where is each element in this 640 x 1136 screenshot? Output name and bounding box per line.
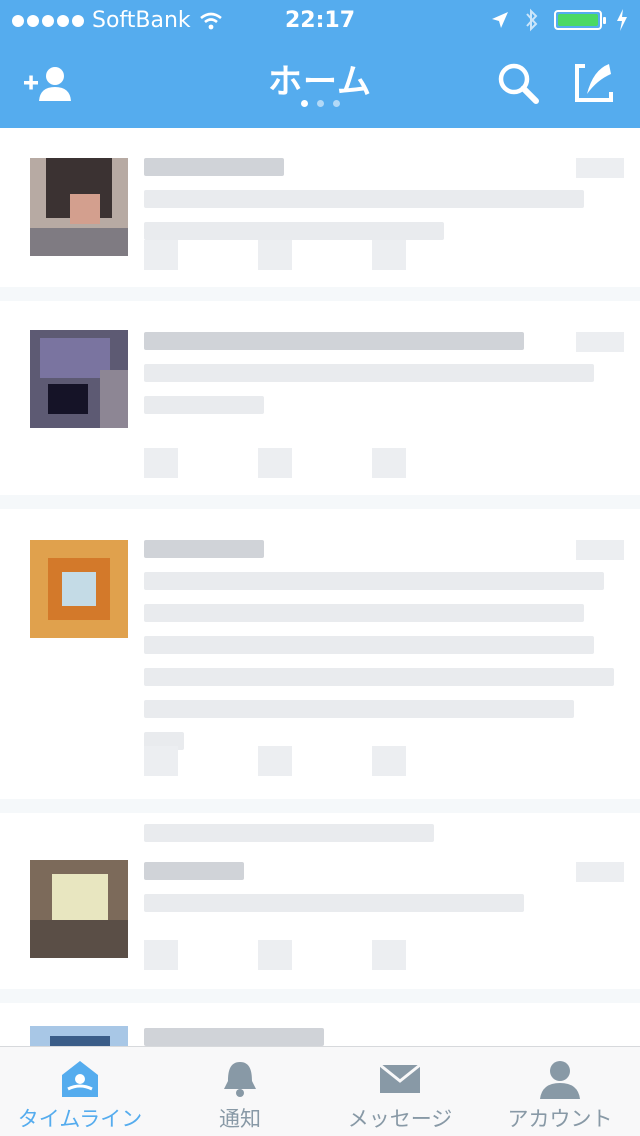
- tab-label: アカウント: [507, 1107, 613, 1131]
- search-button[interactable]: [490, 58, 546, 108]
- tweet-timestamp: [576, 540, 624, 560]
- tweet-actions: [144, 240, 406, 270]
- reply-icon[interactable]: [144, 240, 178, 270]
- person-icon: [540, 1061, 580, 1099]
- tweet-item[interactable]: [0, 128, 640, 301]
- tweet-timestamp: [576, 862, 624, 882]
- tweet-item[interactable]: [0, 510, 640, 813]
- nav-bar: ホーム: [0, 40, 640, 128]
- battery-icon: [554, 10, 606, 30]
- status-right: [490, 8, 628, 32]
- retweet-context: [144, 824, 624, 856]
- tweet-content: [144, 1028, 624, 1046]
- location-arrow-icon: [492, 12, 508, 28]
- tab-label: メッセージ: [347, 1107, 453, 1131]
- navigation-header: SoftBank 22:17 ホーム: [0, 0, 640, 128]
- avatar[interactable]: [30, 540, 128, 638]
- timeline[interactable]: [0, 128, 640, 1046]
- tweet-timestamp: [576, 158, 624, 178]
- tab-bar: タイムライン 通知 メッセージ アカウント: [0, 1046, 640, 1136]
- tab-timeline[interactable]: タイムライン: [0, 1047, 160, 1136]
- page-dot: [316, 100, 324, 107]
- charging-bolt-icon: [617, 9, 627, 31]
- avatar[interactable]: [30, 158, 128, 256]
- page-dot: [332, 100, 340, 107]
- favorite-icon[interactable]: [372, 448, 406, 478]
- tweet-content: [144, 862, 624, 926]
- retweet-icon[interactable]: [258, 240, 292, 270]
- tab-messages[interactable]: メッセージ: [320, 1047, 480, 1136]
- tweet-actions: [144, 746, 406, 776]
- favorite-icon[interactable]: [372, 940, 406, 970]
- tweet-item[interactable]: [0, 814, 640, 1003]
- tab-notifications[interactable]: 通知: [160, 1047, 320, 1136]
- envelope-icon: [379, 1063, 421, 1093]
- tab-account[interactable]: アカウント: [480, 1047, 640, 1136]
- tweet-item[interactable]: [0, 1004, 640, 1046]
- tweet-actions: [144, 448, 406, 478]
- tweet-actions: [144, 940, 406, 970]
- compose-button[interactable]: [566, 58, 622, 108]
- avatar[interactable]: [30, 860, 128, 958]
- bluetooth-icon: [526, 8, 538, 32]
- avatar[interactable]: [30, 330, 128, 428]
- status-bar: SoftBank 22:17: [0, 0, 640, 40]
- reply-icon[interactable]: [144, 746, 178, 776]
- home-icon: [62, 1061, 98, 1097]
- tab-label: 通知: [219, 1107, 261, 1131]
- reply-icon[interactable]: [144, 448, 178, 478]
- tab-label: タイムライン: [17, 1107, 143, 1131]
- search-icon: [498, 63, 539, 104]
- retweet-icon[interactable]: [258, 940, 292, 970]
- favorite-icon[interactable]: [372, 240, 406, 270]
- tweet-content: [144, 332, 624, 428]
- avatar[interactable]: [30, 1026, 128, 1046]
- bell-icon: [224, 1062, 256, 1097]
- tweet-item[interactable]: [0, 302, 640, 509]
- compose-icon: [575, 64, 613, 102]
- retweet-icon[interactable]: [258, 746, 292, 776]
- favorite-icon[interactable]: [372, 746, 406, 776]
- tweet-timestamp: [576, 332, 624, 352]
- page-dot: [300, 100, 308, 107]
- retweet-icon[interactable]: [258, 448, 292, 478]
- tweet-content: [144, 540, 624, 764]
- reply-icon[interactable]: [144, 940, 178, 970]
